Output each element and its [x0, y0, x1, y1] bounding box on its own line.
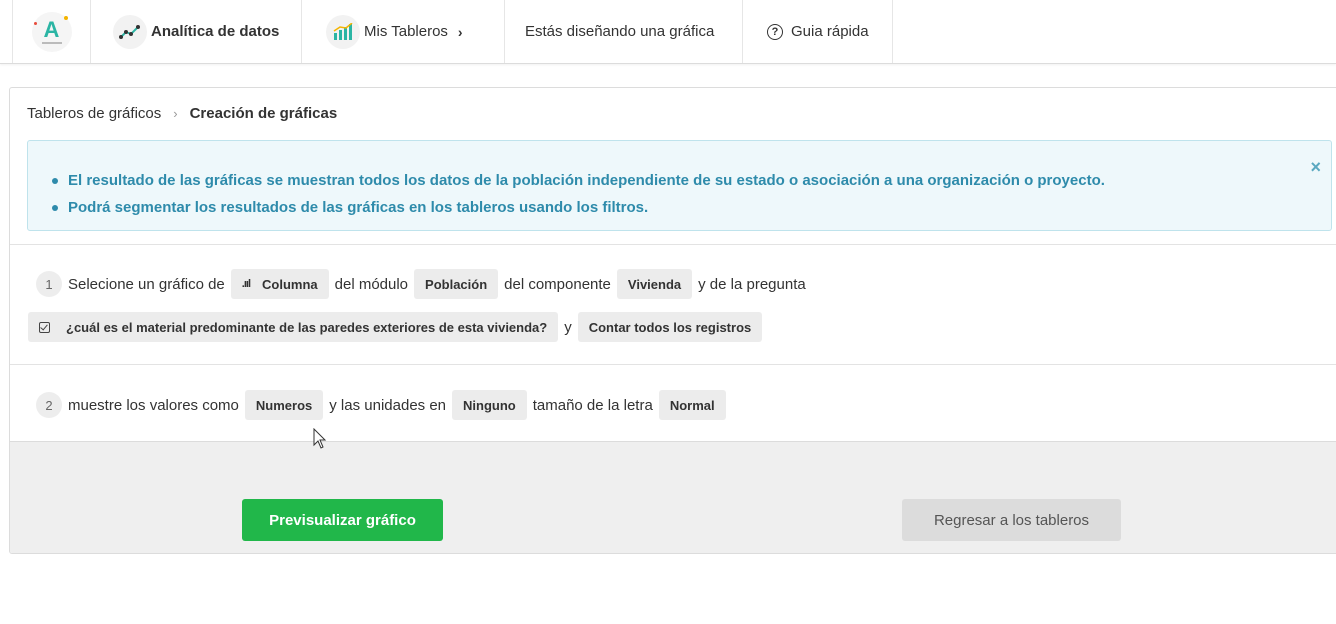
units-selector[interactable]: Ninguno	[452, 390, 527, 420]
breadcrumb: Tableros de gráficos › Creación de gráfi…	[27, 105, 337, 122]
mouse-cursor-icon	[313, 428, 327, 449]
step1-text-b: del módulo	[334, 275, 409, 293]
alert-item: Podrá segmentar los resultados de las gr…	[52, 194, 1105, 221]
question-value: ¿cuál es el material predominante de las…	[66, 319, 548, 335]
step2-text-b: y las unidades en	[329, 396, 447, 414]
step1-text-d: y de la pregunta	[698, 275, 806, 293]
step1-row2: ¿cuál es el material predominante de las…	[28, 312, 768, 342]
module-selector[interactable]: Población	[414, 269, 499, 299]
nav-item-analitica[interactable]: Analítica de datos	[91, 0, 302, 63]
step2-row: 2 muestre los valores como Numeros y las…	[36, 390, 732, 420]
nav-disenando-label: Estás diseñando una gráfica	[525, 23, 715, 40]
nav-item-guia-rapida[interactable]: ? Guia rápida	[743, 0, 893, 63]
step1-text-a: Selecione un gráfico de	[68, 275, 225, 293]
chevron-right-icon: ›	[457, 23, 463, 40]
nav-item-disenando: Estás diseñando una gráfica	[505, 0, 743, 63]
aggregation-selector[interactable]: Contar todos los registros	[577, 312, 763, 342]
logo-letter: A	[43, 16, 60, 42]
breadcrumb-separator-icon: ›	[173, 106, 178, 121]
signal-bars-icon: .ııl	[241, 278, 251, 290]
chart-type-value: Columna	[262, 276, 318, 292]
nav-item-mis-tableros[interactable]: Mis Tableros ›	[302, 0, 505, 63]
font-size-selector[interactable]: Normal	[658, 390, 726, 420]
values-as-selector[interactable]: Numeros	[244, 390, 324, 420]
step1-number: 1	[36, 271, 62, 297]
component-selector[interactable]: Vivienda	[616, 269, 693, 299]
app-logo[interactable]: A	[12, 0, 91, 63]
question-selector[interactable]: ¿cuál es el material predominante de las…	[28, 312, 559, 342]
divider	[10, 244, 1336, 245]
line-chart-icon	[113, 14, 147, 49]
top-navbar: A Analítica de datos Mis Tableros › Está…	[0, 0, 1336, 64]
info-alert: El resultado de las gráficas se muestran…	[27, 140, 1332, 231]
step1-text-c: del componente	[504, 275, 611, 293]
checkbox-icon	[39, 321, 50, 333]
close-icon[interactable]: ×	[1310, 157, 1321, 178]
logo-icon: A	[31, 11, 72, 52]
alert-item: El resultado de las gráficas se muestran…	[52, 167, 1105, 194]
chart-type-selector[interactable]: .ııl Columna	[230, 269, 329, 299]
step1-row1: 1 Selecione un gráfico de .ııl Columna d…	[36, 269, 806, 299]
step2-number: 2	[36, 392, 62, 418]
breadcrumb-parent[interactable]: Tableros de gráficos	[27, 105, 161, 122]
divider	[10, 364, 1336, 365]
alert-item-text: El resultado de las gráficas se muestran…	[68, 172, 1105, 189]
bar-chart-icon	[326, 14, 360, 49]
step2-text-a: muestre los valores como	[68, 396, 239, 414]
back-to-boards-button[interactable]: Regresar a los tableros	[902, 499, 1121, 541]
nav-analitica-label: Analítica de datos	[151, 23, 280, 40]
step2-text-c: tamaño de la letra	[532, 396, 653, 414]
breadcrumb-current: Creación de gráficas	[189, 105, 338, 122]
chart-builder-card: Tableros de gráficos › Creación de gráfi…	[9, 87, 1336, 554]
help-icon: ?	[767, 23, 783, 40]
step1-text-e: y	[564, 318, 572, 336]
alert-item-text: Podrá segmentar los resultados de las gr…	[68, 199, 649, 216]
nav-tableros-label: Mis Tableros	[364, 23, 448, 40]
nav-guia-label: Guia rápida	[791, 23, 869, 40]
actions-footer: Previsualizar gráfico Regresar a los tab…	[10, 441, 1336, 553]
preview-chart-button[interactable]: Previsualizar gráfico	[242, 499, 443, 541]
